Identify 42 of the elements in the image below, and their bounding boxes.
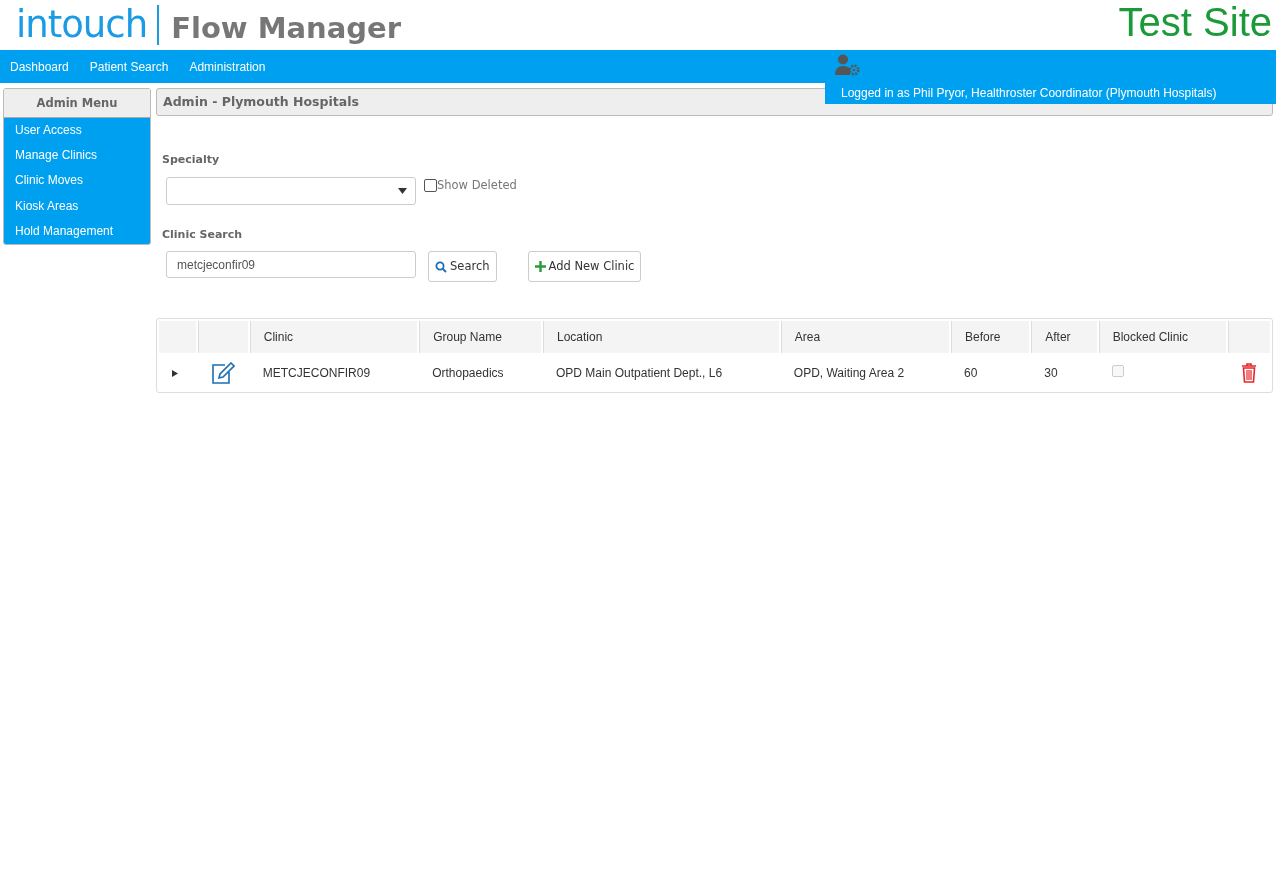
column-header: Area (780, 321, 949, 353)
table-cell-text: 60 (963, 364, 979, 382)
search-button[interactable]: Search (428, 251, 497, 282)
column-header: Location (543, 321, 779, 353)
menu-item[interactable]: Clinic Moves (4, 168, 150, 194)
search-icon (435, 260, 447, 273)
site-label: Test Site (1118, 0, 1272, 44)
menu-item[interactable]: Kiosk Areas (4, 193, 150, 219)
table-cell-text: METCJECONFIR09 (261, 364, 372, 382)
checkbox-label: Show Deleted (437, 176, 517, 194)
field-label: Specialty (162, 152, 221, 168)
edit-icon[interactable] (210, 361, 235, 384)
column-header: After (1031, 321, 1097, 353)
nav-link[interactable]: Dashboard (10, 57, 69, 76)
nav-link[interactable]: Patient Search (89, 57, 169, 76)
logged-in-text: Logged in as Phil Pryor, Healthroster Coordinator (Plymouth Hospitals) (841, 85, 1217, 102)
column-header: Group Name (419, 321, 541, 353)
menu-item[interactable]: User Access (4, 118, 150, 144)
expand-icon[interactable] (172, 369, 178, 377)
user-settings-icon[interactable] (835, 54, 861, 76)
delete-icon[interactable] (1241, 362, 1257, 383)
table-cell-text: 30 (1043, 364, 1059, 382)
column-header: Clinic (249, 321, 418, 353)
dropdown-arrow-icon (398, 187, 407, 194)
column-header: Before (951, 321, 1030, 353)
plus-icon (534, 261, 546, 272)
logo-divider (157, 5, 160, 45)
menu-title: Admin Menu (4, 89, 150, 118)
show-deleted-checkbox[interactable] (424, 178, 437, 192)
table-cell-text: OPD, Waiting Area 2 (792, 364, 906, 382)
table-cell-text: Orthopaedics (431, 364, 505, 382)
table-cell-text: OPD Main Outpatient Dept., L6 (555, 364, 724, 382)
add-clinic-button[interactable]: Add New Clinic (527, 251, 642, 282)
panel-title: Admin - Plymouth Hospitals (163, 92, 359, 111)
search-field[interactable]: metcjeconfir09 (166, 251, 416, 278)
nav-link[interactable]: Administration (189, 57, 266, 76)
menu-item[interactable]: Hold Management (4, 218, 150, 244)
menu-item[interactable]: Manage Clinics (4, 143, 150, 169)
app-title: Flow Manager (171, 10, 402, 47)
field-label: Clinic Search (162, 226, 244, 243)
logo-text: intouch (16, 2, 148, 48)
column-header: Blocked Clinic (1098, 321, 1226, 353)
